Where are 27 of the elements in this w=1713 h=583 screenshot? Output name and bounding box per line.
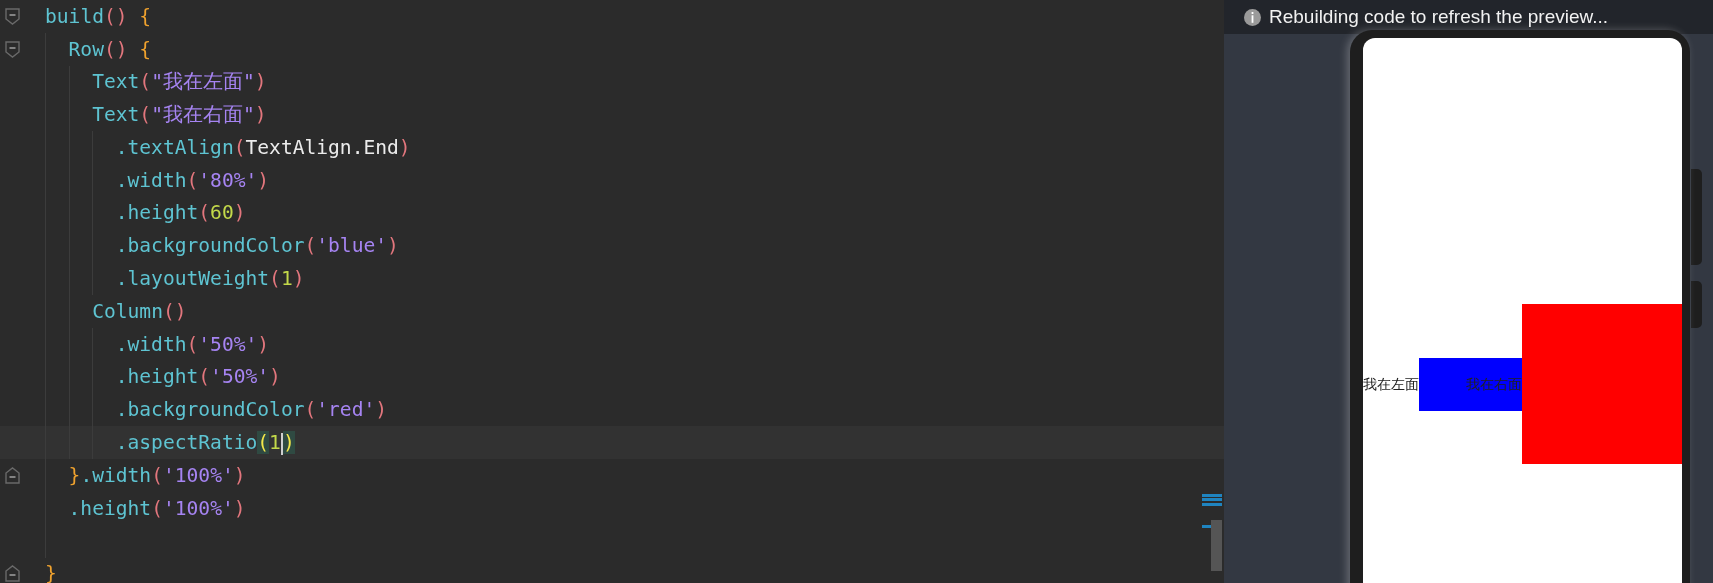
code-line: .width('80%') [115,167,270,194]
info-icon [1244,8,1261,26]
scroll-marker [1202,494,1222,506]
fold-end-icon[interactable] [5,565,20,583]
fold-end-icon[interactable] [5,467,20,485]
code-line: .width('50%') [115,331,270,358]
code-line: Text("我在左面") [92,69,267,96]
code-line: .textAlign(TextAlign.End) [115,134,411,161]
fold-collapse-icon[interactable] [5,7,20,25]
code-line: .backgroundColor('red') [115,397,388,424]
code-line: .layoutWeight(1) [115,266,305,293]
code-line: Text("我在右面") [92,102,267,129]
fold-collapse-icon[interactable] [5,40,20,58]
text-label: 我在左面 [1363,374,1419,394]
code-line: Column() [92,298,187,325]
code-line: .aspectRatio(1) [115,430,295,457]
code-line: build() { [45,3,152,30]
code-line: .height('50%') [115,364,281,391]
status-message: Rebuilding code to refresh the preview... [1269,4,1609,29]
code-line: .height('100%') [68,495,246,522]
code-line: .backgroundColor('blue') [115,233,399,260]
code-line: }.width('100%') [68,462,246,489]
text-label: 我在右面 [1419,357,1522,411]
code-line: .height(60) [115,200,246,227]
scrollbar-thumb[interactable] [1211,520,1222,571]
code-line: Row() { [68,36,152,63]
code-line: } [45,561,57,583]
